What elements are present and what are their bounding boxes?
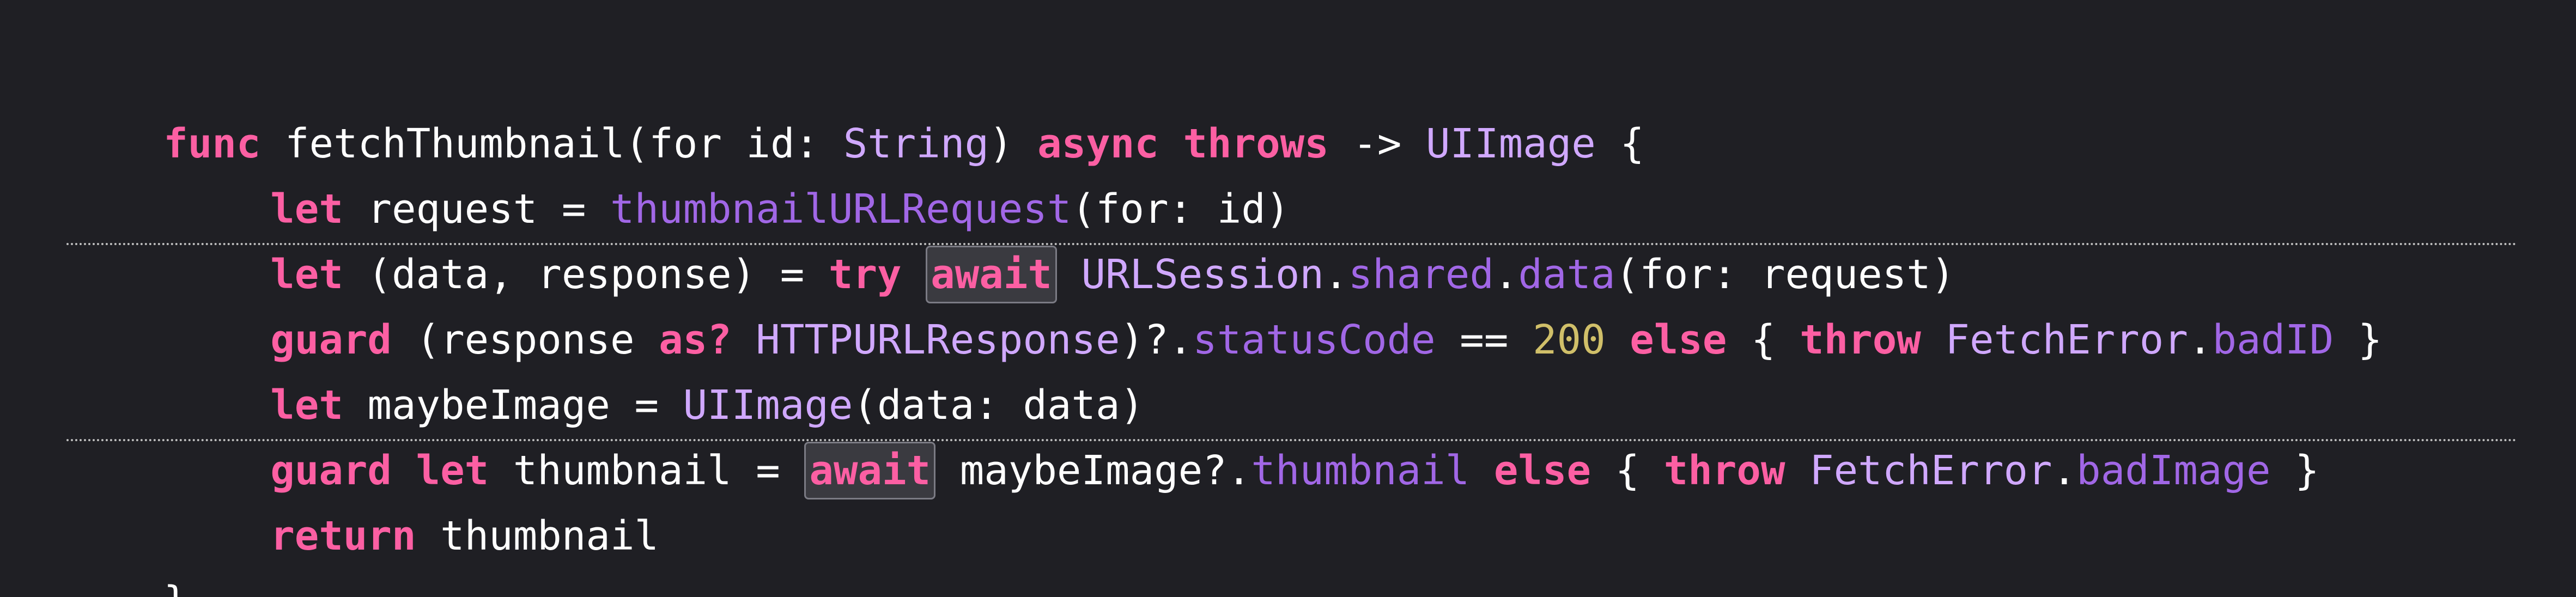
property-statuscode: statusCode xyxy=(1193,316,1436,363)
type-uiimage: UIImage xyxy=(1425,120,1596,167)
code-text: == xyxy=(1435,316,1533,363)
code-text: { xyxy=(1591,447,1664,494)
keyword-else: else xyxy=(1630,316,1727,363)
code-line-6: guard let thumbnail = await maybeImage?.… xyxy=(66,373,2319,499)
code-line-2: let request = thumbnailURLRequest(for: i… xyxy=(66,111,1290,233)
code-line-7: return thumbnail xyxy=(66,438,659,559)
dot: . xyxy=(2188,316,2213,363)
code-text: } xyxy=(2334,316,2383,363)
property-badimage: badImage xyxy=(2076,447,2271,494)
code-text: thumbnail xyxy=(416,513,659,559)
code-line-3: let (data, response) = try await URLSess… xyxy=(66,176,1955,303)
code-line-1: func fetchThumbnail(for id: String) asyn… xyxy=(66,46,1644,167)
code-text: } xyxy=(2270,447,2319,494)
brace-open: { xyxy=(1595,120,1644,167)
code-editor: func fetchThumbnail(for id: String) asyn… xyxy=(0,0,2576,597)
brace-close: } xyxy=(163,578,188,597)
property-thumbnail: thumbnail xyxy=(1251,447,1470,494)
keyword-return: return xyxy=(270,513,416,559)
code-line-5: let maybeImage = UIImage(data: data) xyxy=(66,307,1144,429)
keyword-throw: throw xyxy=(1663,447,1785,494)
code-text: maybeImage?. xyxy=(935,447,1251,494)
type-fetcherror: FetchError xyxy=(1809,447,2052,494)
await-highlight: await xyxy=(804,442,936,499)
code-line-8: } xyxy=(66,503,188,597)
property-badid: badID xyxy=(2212,316,2334,363)
keyword-else: else xyxy=(1493,447,1591,494)
type-fetcherror: FetchError xyxy=(1945,316,2188,363)
code-text: { xyxy=(1727,316,1800,363)
arrow: -> xyxy=(1328,120,1426,167)
dot: . xyxy=(2052,447,2077,494)
number-literal: 200 xyxy=(1532,316,1606,363)
keyword-throw: throw xyxy=(1800,316,1921,363)
code-line-4: guard (response as? HTTPURLResponse)?.st… xyxy=(66,242,2382,363)
